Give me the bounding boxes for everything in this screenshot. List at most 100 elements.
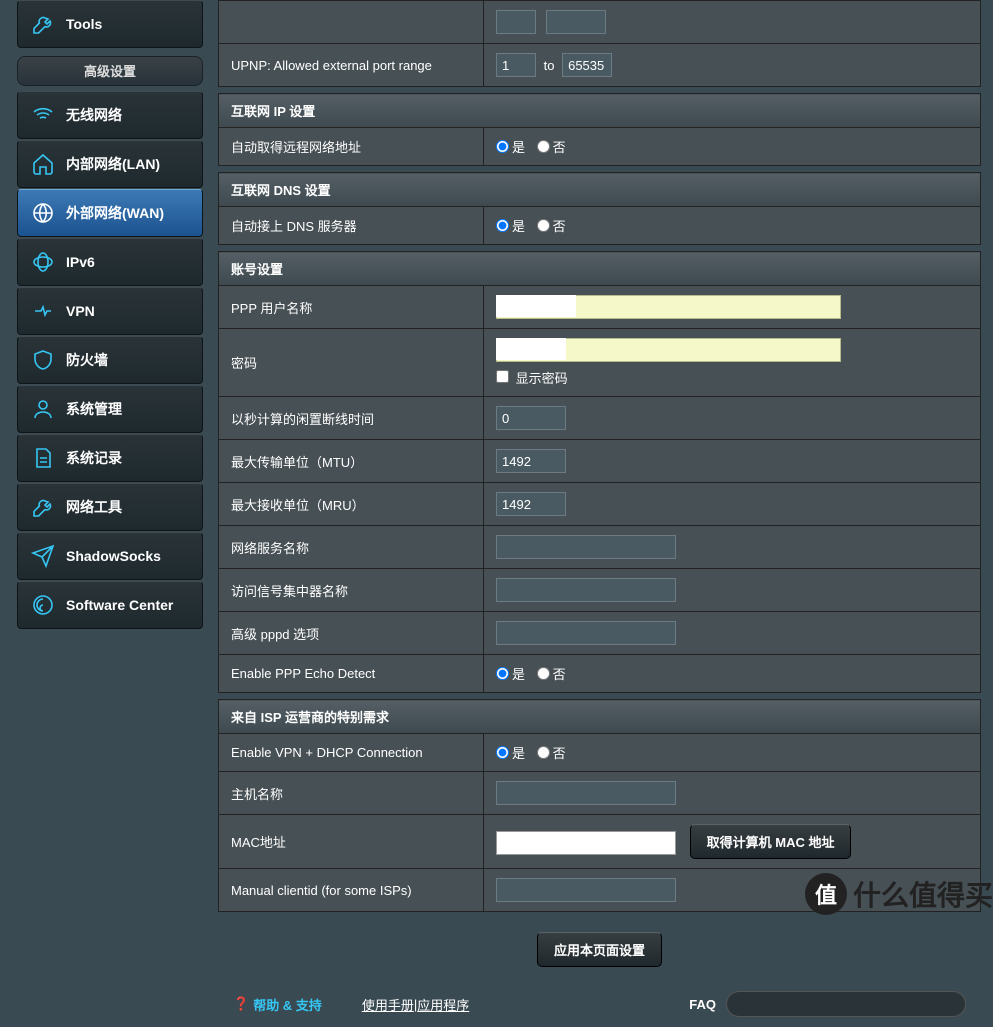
isp-settings-table: 来自 ISP 运营商的特别需求 Enable VPN + DHCP Connec… xyxy=(218,699,981,912)
sidebar-item-admin[interactable]: 系统管理 xyxy=(17,385,203,433)
sidebar-item-ipv6[interactable]: IPv6 xyxy=(17,238,203,286)
globe-icon xyxy=(28,198,58,228)
ppp-echo-no-radio[interactable] xyxy=(537,667,550,680)
auto-remote-yes-radio[interactable] xyxy=(496,140,509,153)
auto-remote-addr-label: 自动取得远程网络地址 xyxy=(219,128,484,166)
dns-settings-table: 互联网 DNS 设置 自动接上 DNS 服务器 是 否 xyxy=(218,172,981,245)
hostname-label: 主机名称 xyxy=(219,772,484,815)
upnp-from-input[interactable] xyxy=(496,53,536,77)
apply-button[interactable]: 应用本页面设置 xyxy=(537,932,662,967)
auto-dns-no-radio[interactable] xyxy=(537,219,550,232)
hostname-input[interactable] xyxy=(496,781,676,805)
mac-input[interactable] xyxy=(496,831,676,855)
sidebar-item-label: 系统记录 xyxy=(66,448,122,468)
auto-dns-yes-radio[interactable] xyxy=(496,219,509,232)
pppd-opts-input[interactable] xyxy=(496,621,676,645)
auto-dns-label: 自动接上 DNS 服务器 xyxy=(219,207,484,245)
content-area: UPNP: Allowed external port range to 互联网… xyxy=(218,0,993,1027)
help-icon: ❓ xyxy=(233,996,249,1012)
section-header-ip: 互联网 IP 设置 xyxy=(219,94,981,128)
upnp-prev-from[interactable] xyxy=(496,10,536,34)
section-header-dns: 互联网 DNS 设置 xyxy=(219,173,981,207)
ppp-echo-label: Enable PPP Echo Detect xyxy=(219,655,484,693)
plane-icon xyxy=(28,541,58,571)
sidebar-item-label: 防火墙 xyxy=(66,350,108,370)
shield-icon xyxy=(28,345,58,375)
ppp-echo-yes-radio[interactable] xyxy=(496,667,509,680)
sidebar-item-wireless[interactable]: 无线网络 xyxy=(17,91,203,139)
sidebar-item-shadowsocks[interactable]: ShadowSocks xyxy=(17,532,203,580)
radio-yes-label: 是 xyxy=(512,743,525,762)
mtu-label: 最大传输单位（MTU） xyxy=(219,440,484,483)
sidebar-item-label: Software Center xyxy=(66,597,173,613)
sidebar-item-label: 网络工具 xyxy=(66,497,122,517)
concentrator-input[interactable] xyxy=(496,578,676,602)
radio-no-label: 否 xyxy=(553,137,566,156)
sidebar-item-firewall[interactable]: 防火墙 xyxy=(17,336,203,384)
service-name-input[interactable] xyxy=(496,535,676,559)
sidebar-item-label: VPN xyxy=(66,303,95,319)
ipv6-icon xyxy=(28,247,58,277)
app-link[interactable]: 应用程序 xyxy=(417,995,469,1014)
mac-label: MAC地址 xyxy=(219,815,484,869)
clientid-label: Manual clientid (for some ISPs) xyxy=(219,869,484,912)
radio-no-label: 否 xyxy=(553,216,566,235)
sidebar-item-label: Tools xyxy=(66,16,102,32)
sidebar: Tools 高级设置 无线网络 内部网络(LAN) 外部网络(WAN) IPv6… xyxy=(17,0,203,1027)
help-link[interactable]: 帮助 & 支持 xyxy=(253,995,322,1014)
sidebar-item-vpn[interactable]: VPN xyxy=(17,287,203,335)
idle-disconnect-label: 以秒计算的闲置断线时间 xyxy=(219,397,484,440)
vpn-dhcp-label: Enable VPN + DHCP Connection xyxy=(219,734,484,772)
sidebar-item-wan[interactable]: 外部网络(WAN) xyxy=(17,189,203,237)
get-mac-button[interactable]: 取得计算机 MAC 地址 xyxy=(690,824,852,859)
upnp-prev-to[interactable] xyxy=(546,10,606,34)
section-header-isp: 来自 ISP 运营商的特别需求 xyxy=(219,700,981,734)
upnp-to-input[interactable] xyxy=(562,53,612,77)
wrench-icon xyxy=(28,492,58,522)
mru-input[interactable] xyxy=(496,492,566,516)
home-icon xyxy=(28,149,58,179)
show-password-checkbox[interactable] xyxy=(496,370,509,383)
footer: ❓ 帮助 & 支持 使用手册 | 应用程序 FAQ xyxy=(218,981,981,1027)
mru-label: 最大接收单位（MRU） xyxy=(219,483,484,526)
sidebar-item-nettools[interactable]: 网络工具 xyxy=(17,483,203,531)
sidebar-item-software-center[interactable]: Software Center xyxy=(17,581,203,629)
software-icon xyxy=(28,590,58,620)
upnp-table: UPNP: Allowed external port range to xyxy=(218,0,981,87)
wifi-icon xyxy=(28,100,58,130)
upnp-label: UPNP: Allowed external port range xyxy=(219,44,484,87)
radio-yes-label: 是 xyxy=(512,216,525,235)
radio-no-label: 否 xyxy=(553,664,566,683)
wrench-icon xyxy=(28,9,58,39)
faq-label: FAQ xyxy=(689,997,716,1012)
password-label: 密码 xyxy=(219,329,484,397)
sidebar-section-header: 高级设置 xyxy=(17,56,203,86)
account-settings-table: 账号设置 PPP 用户名称 密码 显示密码 以秒计算的闲置断线时间 xyxy=(218,251,981,693)
section-header-account: 账号设置 xyxy=(219,252,981,286)
sidebar-item-label: ShadowSocks xyxy=(66,548,161,564)
show-password-label: 显示密码 xyxy=(516,371,568,386)
vpn-dhcp-no-radio[interactable] xyxy=(537,746,550,759)
upnp-to-label: to xyxy=(544,58,555,73)
sidebar-item-label: 外部网络(WAN) xyxy=(66,203,164,223)
sidebar-item-tools[interactable]: Tools xyxy=(17,0,203,48)
pppd-opts-label: 高级 pppd 选项 xyxy=(219,612,484,655)
service-name-label: 网络服务名称 xyxy=(219,526,484,569)
sidebar-item-label: 无线网络 xyxy=(66,105,122,125)
vpn-dhcp-yes-radio[interactable] xyxy=(496,746,509,759)
sidebar-item-log[interactable]: 系统记录 xyxy=(17,434,203,482)
sidebar-item-lan[interactable]: 内部网络(LAN) xyxy=(17,140,203,188)
manual-link[interactable]: 使用手册 xyxy=(362,995,414,1014)
radio-yes-label: 是 xyxy=(512,664,525,683)
ip-settings-table: 互联网 IP 设置 自动取得远程网络地址 是 否 xyxy=(218,93,981,166)
clientid-input[interactable] xyxy=(496,878,676,902)
sidebar-item-label: 系统管理 xyxy=(66,399,122,419)
idle-disconnect-input[interactable] xyxy=(496,406,566,430)
vpn-icon xyxy=(28,296,58,326)
auto-remote-no-radio[interactable] xyxy=(537,140,550,153)
concentrator-label: 访问信号集中器名称 xyxy=(219,569,484,612)
search-input[interactable] xyxy=(726,991,966,1017)
mtu-input[interactable] xyxy=(496,449,566,473)
log-icon xyxy=(28,443,58,473)
radio-yes-label: 是 xyxy=(512,137,525,156)
